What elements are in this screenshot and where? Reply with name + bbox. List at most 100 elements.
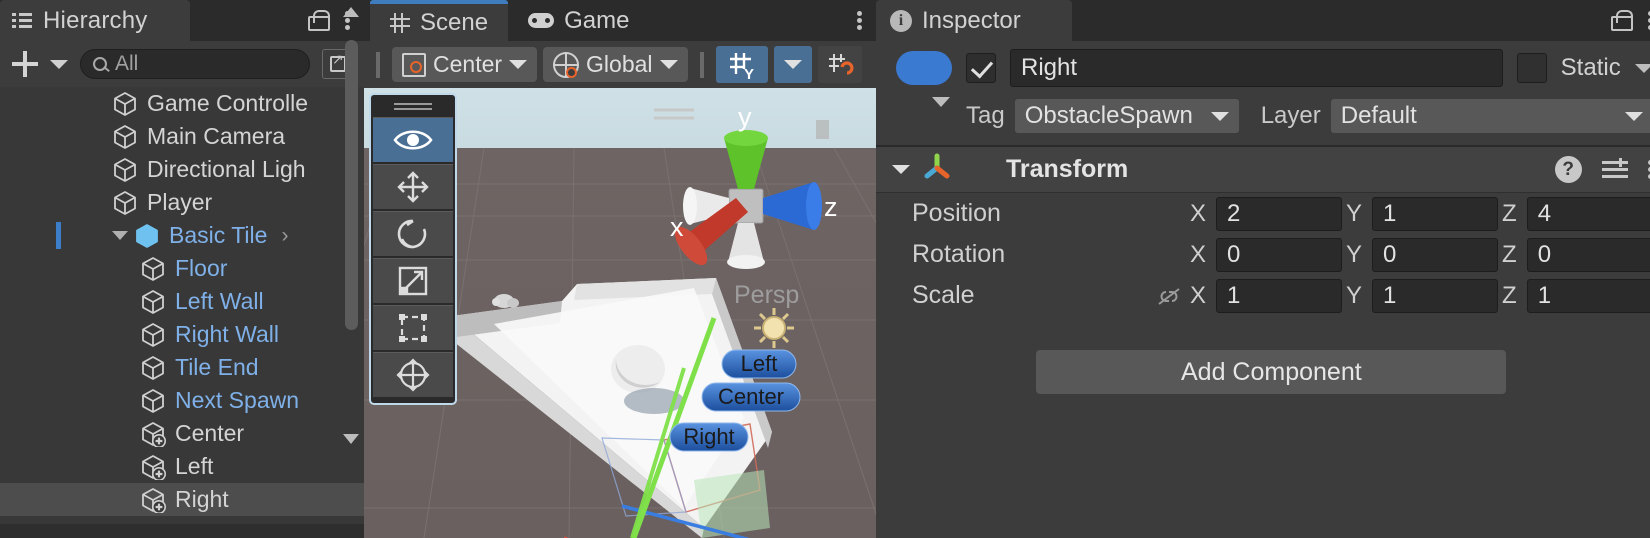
handle-space-label: Global xyxy=(586,51,653,77)
transform-row: Scale X 1 Y 1 Z 1 xyxy=(876,275,1650,316)
pivot-mode-dropdown[interactable]: Center xyxy=(392,47,538,82)
prefab-open-chevron-icon[interactable]: › xyxy=(281,224,288,248)
scroll-down-arrow-icon[interactable] xyxy=(343,429,360,449)
hierarchy-row[interactable]: Player xyxy=(0,186,364,219)
hierarchy-row-label: Tile End xyxy=(175,354,259,380)
static-checkbox[interactable] xyxy=(1516,53,1547,83)
hierarchy-tree[interactable]: Game Controlle Main Camera Directional Lig… xyxy=(0,87,364,538)
hierarchy-row[interactable]: Tile End xyxy=(0,351,364,384)
hierarchy-row[interactable]: Next Spawn xyxy=(0,384,364,417)
axis-label-x: X xyxy=(1190,199,1207,227)
scale-tool-icon[interactable] xyxy=(373,258,453,303)
kebab-menu-icon[interactable] xyxy=(857,10,862,31)
scene-tabbar: Scene Game xyxy=(364,0,876,41)
value: 2 xyxy=(1227,199,1241,227)
transform-position-x-field[interactable]: 2 xyxy=(1216,196,1343,231)
value: 0 xyxy=(1537,240,1552,268)
scene-object-label[interactable]: Center xyxy=(701,382,801,412)
transform-position-y-field[interactable]: 1 xyxy=(1372,196,1499,231)
lock-open-icon[interactable] xyxy=(308,10,330,31)
add-component-button[interactable]: Add Component xyxy=(1036,350,1507,394)
transform-scale-x-field[interactable]: 1 xyxy=(1216,278,1343,313)
pivot-center-icon xyxy=(402,52,426,77)
hierarchy-row[interactable]: Left xyxy=(0,450,364,483)
hierarchy-row[interactable]: Basic Tile › xyxy=(0,219,364,252)
transform-rotation-y-field[interactable]: 0 xyxy=(1372,237,1499,272)
hierarchy-row-label: Left Wall xyxy=(175,288,264,314)
scene-viewport[interactable]: Persp x y z Left Center Right xyxy=(364,88,876,538)
chevron-down-icon[interactable] xyxy=(50,59,68,69)
prefab-variant-cube-icon xyxy=(140,454,166,480)
tag-dropdown[interactable]: ObstacleSpawn xyxy=(1014,99,1239,133)
chevron-down-icon[interactable] xyxy=(1634,63,1650,73)
transform-row: Rotation X 0 Y 0 Z 0 xyxy=(876,234,1650,275)
tab-game[interactable]: Game xyxy=(508,0,649,41)
tab-inspector[interactable]: i Inspector xyxy=(876,0,1072,41)
move-tool-icon[interactable] xyxy=(373,164,453,209)
hierarchy-row[interactable]: Game Controlle xyxy=(0,87,364,120)
scene-object-label[interactable]: Right xyxy=(669,422,749,452)
snap-increment-icon[interactable] xyxy=(817,46,862,83)
handle-space-dropdown[interactable]: Global xyxy=(543,47,688,82)
hierarchy-row[interactable]: Left Wall xyxy=(0,285,364,318)
rotate-tool-icon[interactable] xyxy=(373,211,453,256)
transform-fields: Position X 2 Y 1 Z 4 Rotation X 0 Y 0 Z 0 Scale X 1 Y 1 Z 1 xyxy=(876,193,1650,316)
object-enabled-checkbox[interactable] xyxy=(966,53,996,83)
hierarchy-row[interactable]: Right Wall xyxy=(0,318,364,351)
preset-icon[interactable] xyxy=(1601,157,1628,181)
hierarchy-row[interactable]: Center xyxy=(0,417,364,450)
view-tool-icon[interactable] xyxy=(373,117,453,162)
scene-panel: Scene Game Center Global Y Persp x y z L… xyxy=(364,0,876,538)
disclosure-triangle-icon[interactable] xyxy=(112,231,128,240)
object-icon-dropdown-caret[interactable] xyxy=(932,97,950,107)
svg-text:x: x xyxy=(670,212,684,242)
hierarchy-row[interactable]: Directional Ligh xyxy=(0,153,364,186)
rect-tool-icon[interactable] xyxy=(373,305,453,350)
value: 0 xyxy=(1227,240,1241,268)
layer-dropdown[interactable]: Default xyxy=(1330,99,1650,133)
transform-position-z-field[interactable]: 4 xyxy=(1526,196,1650,231)
tab-hierarchy[interactable]: Hierarchy xyxy=(0,0,190,41)
search-input[interactable]: All xyxy=(80,49,310,79)
gameobject-cube-icon xyxy=(140,322,166,348)
scroll-up-arrow-icon[interactable] xyxy=(343,2,360,22)
transform-tool-icon[interactable] xyxy=(373,352,453,397)
hierarchy-scrollbar[interactable] xyxy=(343,0,360,451)
lock-open-icon[interactable] xyxy=(1610,10,1633,31)
link-broken-icon[interactable] xyxy=(1152,286,1186,306)
search-icon xyxy=(93,57,107,71)
hierarchy-row-label: Left xyxy=(175,453,214,479)
hierarchy-row[interactable]: Floor xyxy=(0,252,364,285)
chevron-down-icon xyxy=(659,60,678,69)
transform-row: Position X 2 Y 1 Z 4 xyxy=(876,193,1650,234)
hierarchy-row[interactable]: Main Camera xyxy=(0,120,364,153)
grid-snap-dropdown[interactable] xyxy=(773,46,812,83)
drag-handle-icon[interactable] xyxy=(394,99,432,115)
scene-object-label[interactable]: Left xyxy=(721,349,797,379)
value: 4 xyxy=(1537,199,1552,227)
svg-text:Persp: Persp xyxy=(734,281,799,309)
tag-label: Tag xyxy=(966,102,1005,129)
tab-scene[interactable]: Scene xyxy=(370,0,509,41)
transform-rotation-z-field[interactable]: 0 xyxy=(1526,237,1650,272)
transform-axes-icon xyxy=(922,152,952,187)
object-name-field[interactable]: Right xyxy=(1010,49,1503,87)
axis-label-y: Y xyxy=(1346,199,1363,227)
chevron-down-icon xyxy=(783,60,802,69)
add-gameobject-button[interactable] xyxy=(10,49,40,79)
help-icon[interactable]: ? xyxy=(1554,156,1582,183)
hierarchy-footer xyxy=(0,524,364,538)
hierarchy-row-selected[interactable]: Right xyxy=(0,483,364,516)
transform-scale-z-field[interactable]: 1 xyxy=(1526,278,1650,313)
value: 1 xyxy=(1383,199,1397,227)
add-component-wrap: Add Component xyxy=(876,350,1650,394)
transform-component-header[interactable]: Transform ? xyxy=(876,147,1650,193)
chevron-down-icon[interactable] xyxy=(892,165,910,174)
grid-snap-y-icon[interactable]: Y xyxy=(715,46,768,83)
value: 1 xyxy=(1383,281,1397,309)
gameobject-cube-icon xyxy=(140,256,166,282)
scrollbar-thumb[interactable] xyxy=(345,40,358,330)
transform-rotation-x-field[interactable]: 0 xyxy=(1216,237,1343,272)
transform-scale-y-field[interactable]: 1 xyxy=(1372,278,1499,313)
value: 1 xyxy=(1227,281,1241,309)
